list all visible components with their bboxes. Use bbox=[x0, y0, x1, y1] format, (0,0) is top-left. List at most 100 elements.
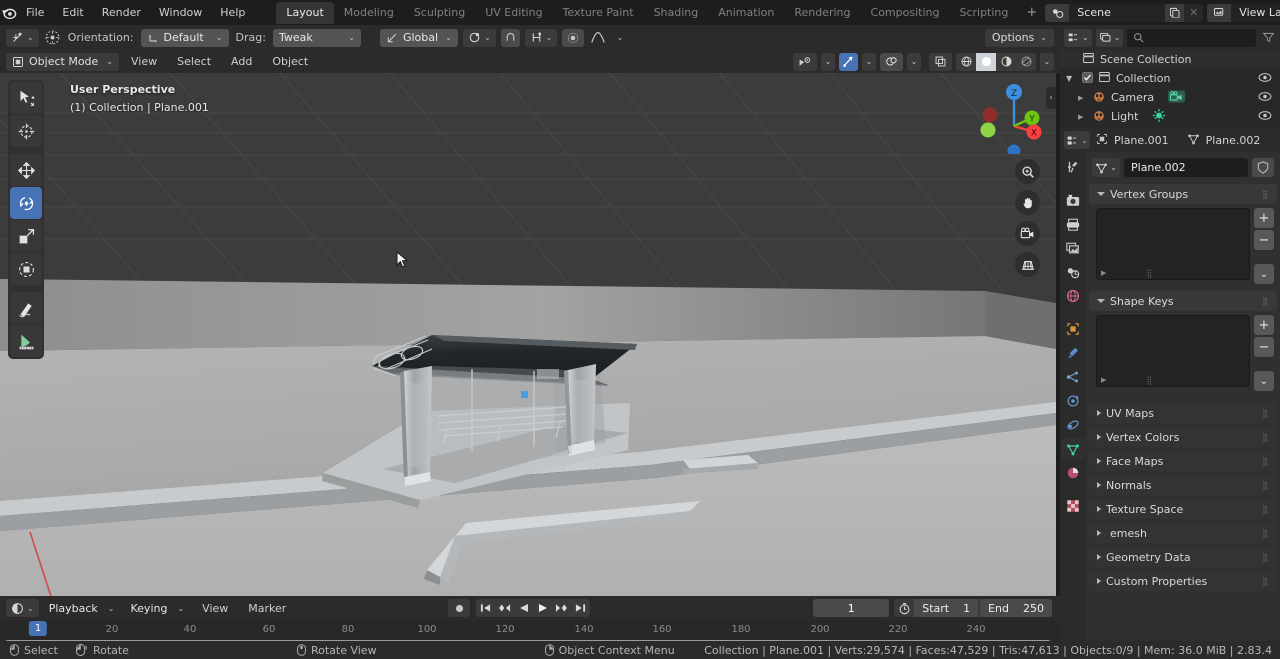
add-vertex-group-button[interactable]: + bbox=[1254, 208, 1274, 228]
properties-tab-object[interactable] bbox=[1061, 318, 1085, 340]
gizmo-caret[interactable]: ⌄ bbox=[862, 52, 876, 71]
workspace-tab-compositing[interactable]: Compositing bbox=[861, 2, 950, 24]
workspace-tab-rendering[interactable]: Rendering bbox=[784, 2, 860, 24]
camera-view-icon[interactable] bbox=[1015, 221, 1040, 246]
view-layer-selector[interactable]: View Layer ✕ bbox=[1207, 3, 1280, 22]
frame-start-field[interactable]: Start 1 bbox=[914, 599, 979, 617]
measure-tool[interactable] bbox=[10, 325, 42, 357]
prev-keyframe-button[interactable] bbox=[495, 599, 514, 617]
panel-header-uv-maps[interactable]: UV Maps ⣿ bbox=[1089, 403, 1277, 423]
panel-header-normals[interactable]: Normals ⣿ bbox=[1089, 475, 1277, 495]
next-keyframe-button[interactable] bbox=[552, 599, 571, 617]
vertex-groups-listbox[interactable]: ▶ ⣿ bbox=[1096, 208, 1250, 280]
properties-tab-constraints[interactable] bbox=[1061, 414, 1085, 436]
ortho-persp-icon[interactable] bbox=[1015, 252, 1040, 277]
proportional-editing-toggle[interactable] bbox=[562, 28, 585, 47]
collection-checkbox[interactable] bbox=[1082, 71, 1093, 86]
workspace-tab-uv-editing[interactable]: UV Editing bbox=[475, 2, 552, 24]
annotate-tool[interactable] bbox=[10, 292, 42, 324]
navigation-gizmo[interactable]: Z X Y bbox=[966, 78, 1042, 158]
properties-tab-world[interactable] bbox=[1061, 285, 1085, 307]
camera-data-icon[interactable] bbox=[1167, 89, 1186, 107]
scene-name[interactable]: Scene bbox=[1069, 3, 1166, 22]
new-scene-button[interactable] bbox=[1165, 3, 1185, 22]
jump-to-end-button[interactable] bbox=[571, 599, 590, 617]
falloff-dropdown-caret[interactable]: ⌄ bbox=[611, 29, 628, 47]
cursor-tool[interactable] bbox=[10, 115, 42, 147]
panel-header-custom-properties[interactable]: Custom Properties ⣿ bbox=[1089, 571, 1277, 591]
scale-tool[interactable] bbox=[10, 220, 42, 252]
workspace-tab-sculpting[interactable]: Sculpting bbox=[404, 2, 475, 24]
outliner-row-camera[interactable]: ▶ Camera bbox=[1060, 88, 1280, 107]
drag-dropdown[interactable]: Tweak ⌄ bbox=[272, 28, 361, 47]
panel-header-shape-keys[interactable]: Shape Keys ⣿ bbox=[1089, 291, 1277, 311]
snap-magnet-button[interactable] bbox=[500, 28, 520, 47]
shading-solid-button[interactable] bbox=[976, 52, 996, 71]
outliner-row-light[interactable]: ▶ Light bbox=[1060, 107, 1280, 126]
rotate-tool[interactable] bbox=[10, 187, 42, 219]
funnel-icon[interactable] bbox=[1260, 31, 1276, 44]
panel-header-vertex-colors[interactable]: Vertex Colors ⣿ bbox=[1089, 427, 1277, 447]
scene-icon[interactable] bbox=[1045, 3, 1070, 22]
shape-keys-listbox[interactable]: ▶ ⣿ bbox=[1096, 315, 1250, 387]
timeline-menu-marker[interactable]: Marker bbox=[240, 600, 294, 617]
panel-header-geometry-data[interactable]: Geometry Data ⣿ bbox=[1089, 547, 1277, 567]
timeline-menu-view[interactable]: View bbox=[194, 600, 236, 617]
browse-mesh-data-button[interactable]: ⌄ bbox=[1092, 158, 1120, 177]
properties-tab-data[interactable] bbox=[1061, 438, 1085, 460]
show-overlays-toggle[interactable] bbox=[880, 52, 903, 71]
viewport-menu-view[interactable]: View bbox=[123, 53, 165, 70]
transform-pivot-button[interactable]: ⌄ bbox=[6, 28, 39, 47]
expand-triangle-icon[interactable]: ▶ bbox=[1078, 113, 1087, 121]
workspace-tab-texture-paint[interactable]: Texture Paint bbox=[553, 2, 644, 24]
viewport-menu-object[interactable]: Object bbox=[264, 53, 316, 70]
workspace-tab-layout[interactable]: Layout bbox=[276, 1, 334, 24]
viewport-menu-select[interactable]: Select bbox=[169, 53, 219, 70]
show-gizmo-toggle[interactable] bbox=[839, 52, 858, 71]
properties-tab-output[interactable] bbox=[1061, 213, 1085, 235]
shading-rendered-button[interactable] bbox=[1016, 53, 1036, 71]
toggle-xray-button[interactable] bbox=[929, 52, 952, 71]
options-button[interactable]: Options ⌄ bbox=[984, 28, 1054, 47]
expand-triangle-icon[interactable]: ▶ bbox=[1101, 376, 1106, 384]
properties-tab-physics[interactable] bbox=[1061, 390, 1085, 412]
properties-editor-type-button[interactable]: ⌄ bbox=[1064, 131, 1090, 149]
record-button[interactable] bbox=[448, 599, 470, 617]
vertex-group-specials-menu[interactable]: ⌄ bbox=[1254, 264, 1274, 284]
properties-tab-scene[interactable] bbox=[1061, 261, 1085, 283]
panel-header-face-maps[interactable]: Face Maps ⣿ bbox=[1089, 451, 1277, 471]
snap-to-dropdown[interactable]: ⌄ bbox=[524, 28, 558, 47]
interaction-mode-dropdown[interactable]: Object Mode ⌄ bbox=[6, 52, 119, 71]
workspace-tab-animation[interactable]: Animation bbox=[708, 2, 784, 24]
properties-tab-material[interactable] bbox=[1061, 462, 1085, 484]
pivot-point-button[interactable]: ⌄ bbox=[462, 28, 496, 47]
properties-tab-modifier[interactable] bbox=[1061, 342, 1085, 364]
visibility-eye-icon[interactable] bbox=[1258, 91, 1272, 105]
viewport-menu-add[interactable]: Add bbox=[223, 53, 260, 70]
workspace-tab-modeling[interactable]: Modeling bbox=[334, 2, 404, 24]
properties-tab-texture[interactable] bbox=[1061, 495, 1085, 517]
zoom-icon[interactable] bbox=[1015, 159, 1040, 184]
view-layer-icon[interactable] bbox=[1207, 3, 1232, 22]
menu-edit[interactable]: Edit bbox=[53, 3, 92, 22]
resize-grip-icon[interactable]: ⣿ bbox=[1146, 376, 1153, 384]
properties-tab-particles[interactable] bbox=[1061, 366, 1085, 388]
shape-key-specials-menu[interactable]: ⌄ bbox=[1254, 371, 1274, 391]
scene-selector[interactable]: Scene ✕ bbox=[1045, 3, 1204, 22]
visibility-eye-icon[interactable] bbox=[1258, 110, 1272, 124]
expand-triangle-icon[interactable]: ▼ bbox=[1066, 74, 1077, 83]
outliner-row-collection[interactable]: ▼ Collection bbox=[1060, 69, 1280, 88]
3d-viewport[interactable]: User Perspective (1) Collection | Plane.… bbox=[0, 73, 1056, 596]
timeline-menu-playback[interactable]: Playback ⌄ bbox=[43, 599, 121, 617]
stopwatch-icon[interactable] bbox=[894, 602, 914, 615]
shading-material-preview-button[interactable] bbox=[996, 53, 1016, 71]
light-data-icon[interactable] bbox=[1151, 108, 1167, 126]
outliner-search-input[interactable] bbox=[1127, 28, 1256, 47]
blender-logo-icon[interactable] bbox=[0, 0, 17, 25]
resize-grip-icon[interactable]: ⣿ bbox=[1146, 269, 1153, 277]
outliner-filter-id-dropdown[interactable]: ⌄ bbox=[1095, 28, 1124, 47]
visibility-eye-icon[interactable] bbox=[1258, 72, 1272, 86]
timeline-menu-keying[interactable]: Keying ⌄ bbox=[125, 599, 191, 617]
remove-vertex-group-button[interactable]: − bbox=[1254, 230, 1274, 250]
fake-user-icon[interactable] bbox=[1252, 158, 1274, 177]
